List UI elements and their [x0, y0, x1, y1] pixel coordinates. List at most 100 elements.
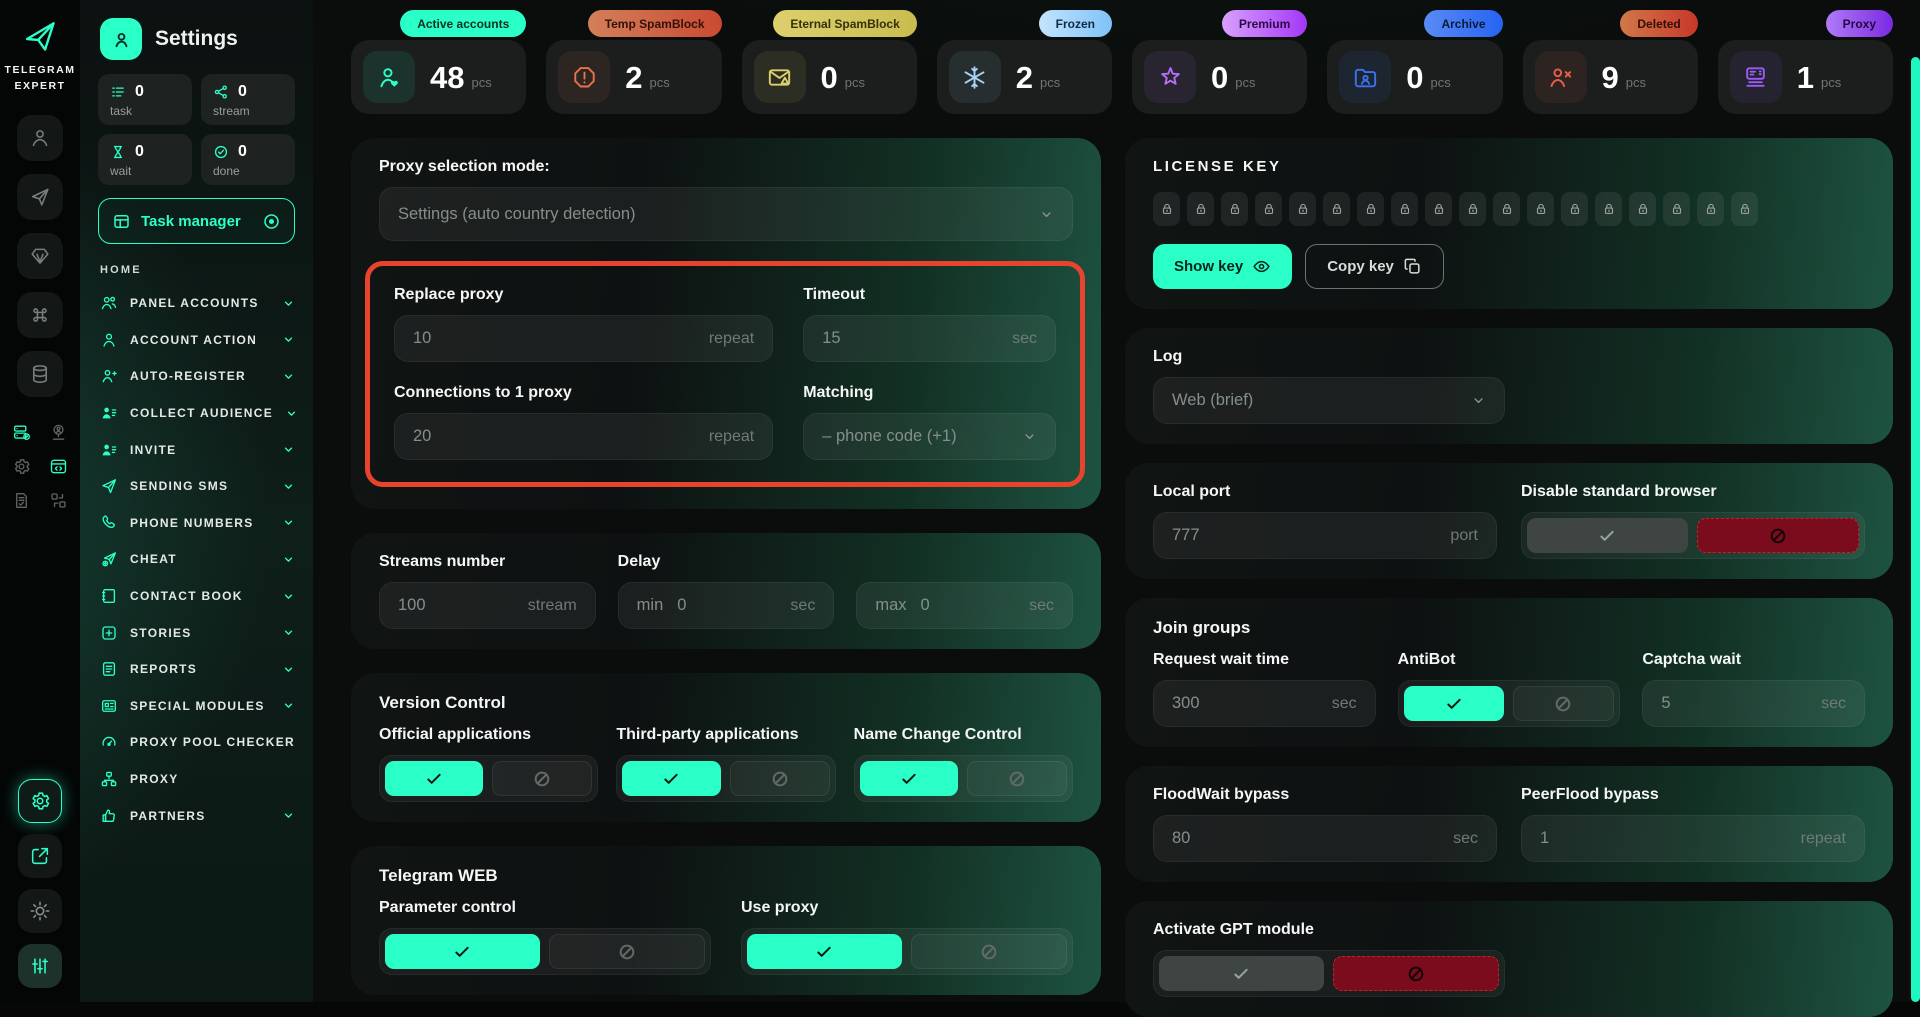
field-suffix: sec [1811, 695, 1846, 713]
status-card-body[interactable]: 0 pcs [1132, 40, 1307, 114]
eye-icon [1252, 257, 1271, 276]
deny-button[interactable] [730, 761, 830, 796]
rail-shortcuts-button[interactable] [17, 292, 63, 338]
floodwait-input[interactable]: 80 sec [1153, 815, 1497, 862]
proxy-mode-select[interactable]: Settings (auto country detection) [379, 187, 1073, 241]
status-badge: Eternal SpamBlock [773, 10, 916, 37]
star-icon [1144, 51, 1196, 103]
timeout-input[interactable]: 15 sec [803, 315, 1056, 362]
show-key-button[interactable]: Show key [1153, 244, 1292, 289]
connections-input[interactable]: 20 repeat [394, 413, 773, 460]
settings-avatar [100, 18, 142, 60]
rail-sending-button[interactable] [17, 174, 63, 220]
sidebar-item-reports[interactable]: REPORTS [100, 651, 295, 688]
rail-accounts-button[interactable] [17, 115, 63, 161]
delay-max-input[interactable]: max 0 sec [856, 582, 1073, 629]
deny-button[interactable] [492, 761, 592, 796]
status-card-body[interactable]: 2 pcs [937, 40, 1112, 114]
page-scrollbar[interactable] [1911, 57, 1920, 1002]
copy-key-button[interactable]: Copy key [1305, 244, 1444, 289]
deny-button[interactable] [1333, 956, 1500, 991]
sidebar-section-home[interactable]: HOME [100, 264, 295, 276]
rail-settings-button[interactable] [18, 779, 62, 823]
allow-button[interactable] [1159, 956, 1324, 991]
server-check-icon[interactable] [12, 423, 31, 442]
sidebar-item-cheat[interactable]: CHEAT [100, 541, 295, 578]
allow-button[interactable] [385, 934, 540, 969]
deny-button[interactable] [549, 934, 706, 969]
list-task-icon [110, 84, 126, 100]
sidebar-item-partners[interactable]: PARTNERS [100, 797, 295, 834]
captcha-wait-input[interactable]: 5 sec [1642, 680, 1865, 727]
streams-number-group: Streams number 100 stream [379, 553, 596, 629]
allow-button[interactable] [1404, 686, 1504, 721]
deny-button[interactable] [1513, 686, 1615, 721]
deny-button[interactable] [967, 761, 1067, 796]
allow-button[interactable] [1527, 518, 1688, 553]
status-value: 0 [821, 62, 838, 93]
sidebar-item-contact-book[interactable]: CONTACT BOOK [100, 578, 295, 615]
code-window-icon[interactable] [49, 457, 68, 476]
allow-button[interactable] [622, 761, 720, 796]
log-select[interactable]: Web (brief) [1153, 377, 1505, 424]
status-card-body[interactable]: 0 pcs [1327, 40, 1502, 114]
person-cam-icon[interactable] [49, 423, 68, 442]
replace-proxy-input[interactable]: 10 repeat [394, 315, 773, 362]
allow-button[interactable] [860, 761, 958, 796]
rail-external-button[interactable] [18, 834, 62, 878]
request-wait-input[interactable]: 300 sec [1153, 680, 1376, 727]
icon-rail: TELEGRAM EXPERT [0, 0, 80, 1002]
delay-min-input[interactable]: min 0 sec [618, 582, 835, 629]
allow-button[interactable] [747, 934, 902, 969]
swap-icon[interactable] [49, 491, 68, 510]
status-unit: pcs [845, 75, 865, 93]
lock-icon [1323, 192, 1350, 226]
task-manager-button[interactable]: Task manager [98, 198, 295, 244]
gear-mini-icon[interactable] [12, 457, 31, 476]
sidebar-item-collect-audience[interactable]: COLLECT AUDIENCE [100, 395, 295, 432]
streams-input[interactable]: 100 stream [379, 582, 596, 629]
chevron-down-icon [282, 626, 295, 639]
status-card-body[interactable]: 2 pcs [546, 40, 721, 114]
peerflood-input[interactable]: 1 repeat [1521, 815, 1865, 862]
sidebar-item-auto-register[interactable]: AUTO-REGISTER [100, 358, 295, 395]
sidebar-item-invite[interactable]: INVITE [100, 431, 295, 468]
sidebar-item-panel-accounts[interactable]: PANEL ACCOUNTS [100, 285, 295, 322]
rail-filters-button[interactable] [18, 944, 62, 988]
status-card-body[interactable]: 1 pcs [1718, 40, 1893, 114]
log-label: Log [1153, 348, 1865, 367]
rail-theme-button[interactable] [18, 889, 62, 933]
status-card-body[interactable]: 0 pcs [742, 40, 917, 114]
sidebar-item-proxy[interactable]: PROXY [100, 761, 295, 798]
rail-premium-button[interactable] [17, 233, 63, 279]
counter-label: done [213, 164, 283, 178]
sidebar-item-phone-numbers[interactable]: PHONE NUMBERS [100, 505, 295, 542]
sidebar-item-sending-sms[interactable]: SENDING SMS [100, 468, 295, 505]
deny-button[interactable] [911, 934, 1068, 969]
sidebar-item-proxy-pool-checker[interactable]: PROXY POOL CHECKER [100, 724, 295, 761]
sidebar-item-stories[interactable]: STORIES [100, 614, 295, 651]
telegram-web-panel: Telegram WEB Parameter control Use proxy [351, 846, 1101, 995]
rail-database-button[interactable] [17, 351, 63, 397]
doc-check-icon[interactable] [12, 491, 31, 510]
local-port-input[interactable]: 777 port [1153, 512, 1497, 559]
deny-button[interactable] [1697, 518, 1860, 553]
request-wait-group: Request wait time 300 sec [1153, 651, 1376, 727]
delay-max-group: max 0 sec [856, 553, 1073, 629]
toggle-label: Third-party applications [616, 726, 835, 745]
sidebar-header: Settings [80, 14, 313, 74]
allow-button[interactable] [385, 761, 483, 796]
copy-key-label: Copy key [1327, 258, 1394, 275]
chevron-down-icon [282, 370, 295, 383]
sidebar-item-account-action[interactable]: ACCOUNT ACTION [100, 322, 295, 359]
proxy-server-icon [1730, 51, 1782, 103]
sidebar-item-special-modules[interactable]: SPECIAL MODULES [100, 688, 295, 725]
counters-grid: 0 task 0 stream 0 wait 0 done [80, 74, 313, 185]
lock-icon [1289, 192, 1316, 226]
status-card-body[interactable]: 48 pcs [351, 40, 526, 114]
status-badge: Temp SpamBlock [588, 10, 722, 37]
person-icon [29, 127, 51, 149]
gauge-icon [100, 733, 118, 751]
matching-select[interactable]: – phone code (+1) [803, 413, 1056, 460]
status-card-body[interactable]: 9 pcs [1523, 40, 1698, 114]
